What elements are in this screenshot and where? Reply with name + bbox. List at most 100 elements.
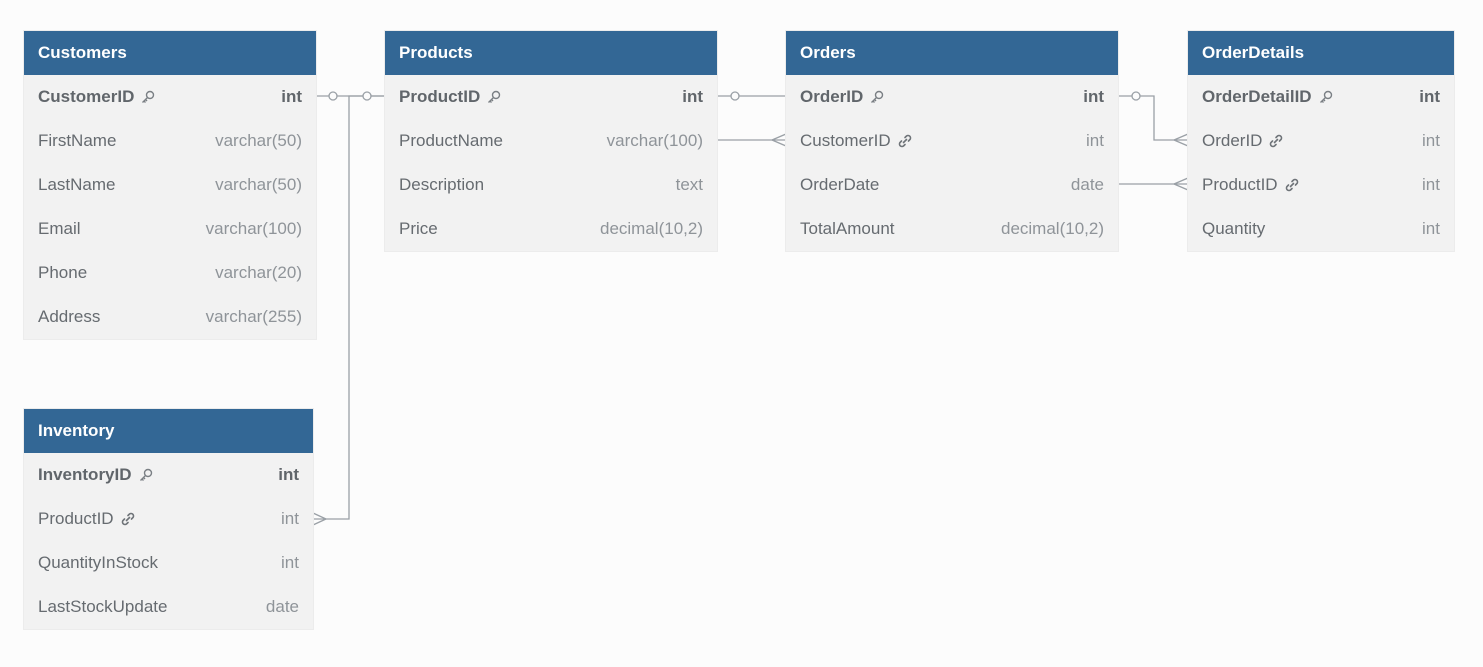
field-row[interactable]: OrderDetailID int — [1188, 75, 1454, 119]
field-name-group: CustomerID — [38, 87, 156, 107]
field-name-group: OrderID — [1202, 131, 1284, 151]
field-row[interactable]: QuantityInStock int — [24, 541, 313, 585]
field-row[interactable]: Description text — [385, 163, 717, 207]
field-row[interactable]: CustomerID int — [786, 119, 1118, 163]
field-name: FirstName — [38, 131, 117, 150]
field-name-group: LastStockUpdate — [38, 597, 167, 617]
field-row[interactable]: Email varchar(100) — [24, 207, 316, 251]
field-name: OrderDetailID — [1202, 87, 1312, 106]
field-row[interactable]: OrderDate date — [786, 163, 1118, 207]
field-name-group: OrderID — [800, 87, 885, 107]
field-type: int — [281, 509, 299, 528]
field-row[interactable]: ProductID int — [1188, 163, 1454, 207]
field-name-group: Phone — [38, 263, 87, 283]
er-diagram-canvas: Customers CustomerID int FirstName varchar(5… — [0, 0, 1483, 667]
field-name: Address — [38, 307, 101, 326]
field-row[interactable]: ProductName varchar(100) — [385, 119, 717, 163]
field-row[interactable]: TotalAmount decimal(10,2) — [786, 207, 1118, 251]
field-name: ProductID — [399, 87, 481, 106]
field-type: varchar(100) — [205, 219, 302, 238]
field-name-group: LastName — [38, 175, 115, 195]
table-customers[interactable]: Customers CustomerID int FirstName varchar(5… — [24, 31, 316, 339]
field-type: date — [1070, 175, 1104, 194]
field-type: int — [281, 87, 302, 106]
table-orderdetails[interactable]: OrderDetails OrderDetailID int OrderID int Pr… — [1188, 31, 1454, 251]
field-row[interactable]: LastName varchar(50) — [24, 163, 316, 207]
field-name-group: Quantity — [1202, 219, 1265, 239]
field-type: date — [265, 597, 299, 616]
table-header[interactable]: Inventory — [24, 409, 313, 453]
table-orders[interactable]: Orders OrderID int CustomerID int OrderDate da… — [786, 31, 1118, 251]
field-name: ProductID — [38, 509, 114, 528]
link-icon — [1284, 177, 1300, 193]
field-name-group: OrderDetailID — [1202, 87, 1334, 107]
field-name: Email — [38, 219, 81, 238]
field-row[interactable]: CustomerID int — [24, 75, 316, 119]
field-type: int — [1419, 87, 1440, 106]
field-name: LastName — [38, 175, 116, 194]
field-type: varchar(20) — [215, 263, 302, 282]
field-name: Phone — [38, 263, 88, 282]
key-icon — [1318, 89, 1334, 105]
field-type: int — [1086, 131, 1104, 150]
field-row[interactable]: OrderID int — [1188, 119, 1454, 163]
field-type: int — [682, 87, 703, 106]
field-name-group: Description — [399, 175, 484, 195]
field-type: int — [1422, 175, 1440, 194]
field-name-group: ProductID — [1202, 175, 1300, 195]
field-name: CustomerID — [38, 87, 135, 106]
table-products[interactable]: Products ProductID int ProductName varchar(1… — [385, 31, 717, 251]
field-row[interactable]: ProductID int — [24, 497, 313, 541]
field-name: ProductID — [1202, 175, 1278, 194]
field-row[interactable]: ProductID int — [385, 75, 717, 119]
field-name-group: TotalAmount — [800, 219, 895, 239]
field-row[interactable]: Phone varchar(20) — [24, 251, 316, 295]
field-name: Quantity — [1202, 219, 1266, 238]
field-name: InventoryID — [38, 465, 132, 484]
field-name-group: ProductID — [38, 509, 136, 529]
field-name: Description — [399, 175, 485, 194]
table-header[interactable]: Products — [385, 31, 717, 75]
field-row[interactable]: Price decimal(10,2) — [385, 207, 717, 251]
field-name-group: CustomerID — [800, 131, 913, 151]
field-row[interactable]: Address varchar(255) — [24, 295, 316, 339]
field-name: CustomerID — [800, 131, 891, 150]
table-header[interactable]: OrderDetails — [1188, 31, 1454, 75]
field-type: varchar(50) — [215, 131, 302, 150]
table-header[interactable]: Orders — [786, 31, 1118, 75]
field-name-group: Address — [38, 307, 100, 327]
field-type: int — [1422, 219, 1440, 238]
field-type: int — [278, 465, 299, 484]
field-name: TotalAmount — [800, 219, 895, 238]
field-name-group: ProductName — [399, 131, 503, 151]
field-row[interactable]: Quantity int — [1188, 207, 1454, 251]
key-icon — [138, 467, 154, 483]
field-name: QuantityInStock — [38, 553, 159, 572]
key-icon — [486, 89, 502, 105]
link-icon — [897, 133, 913, 149]
field-name: OrderID — [800, 87, 864, 106]
table-inventory[interactable]: Inventory InventoryID int ProductID int Quant… — [24, 409, 313, 629]
field-row[interactable]: LastStockUpdate date — [24, 585, 313, 629]
field-type: int — [281, 553, 299, 572]
field-name-group: FirstName — [38, 131, 116, 151]
field-type: text — [675, 175, 703, 194]
table-header[interactable]: Customers — [24, 31, 316, 75]
field-type: varchar(255) — [205, 307, 302, 326]
field-name-group: ProductID — [399, 87, 502, 107]
key-icon — [140, 89, 156, 105]
field-row[interactable]: InventoryID int — [24, 453, 313, 497]
key-icon — [869, 89, 885, 105]
field-name-group: InventoryID — [38, 465, 154, 485]
field-row[interactable]: OrderID int — [786, 75, 1118, 119]
field-type: int — [1083, 87, 1104, 106]
field-type: varchar(100) — [606, 131, 703, 150]
link-icon — [120, 511, 136, 527]
field-name: OrderID — [1202, 131, 1263, 150]
field-name-group: Email — [38, 219, 81, 239]
field-name: ProductName — [399, 131, 503, 150]
field-name-group: Price — [399, 219, 438, 239]
field-type: decimal(10,2) — [600, 219, 703, 238]
field-row[interactable]: FirstName varchar(50) — [24, 119, 316, 163]
field-name: Price — [399, 219, 438, 238]
